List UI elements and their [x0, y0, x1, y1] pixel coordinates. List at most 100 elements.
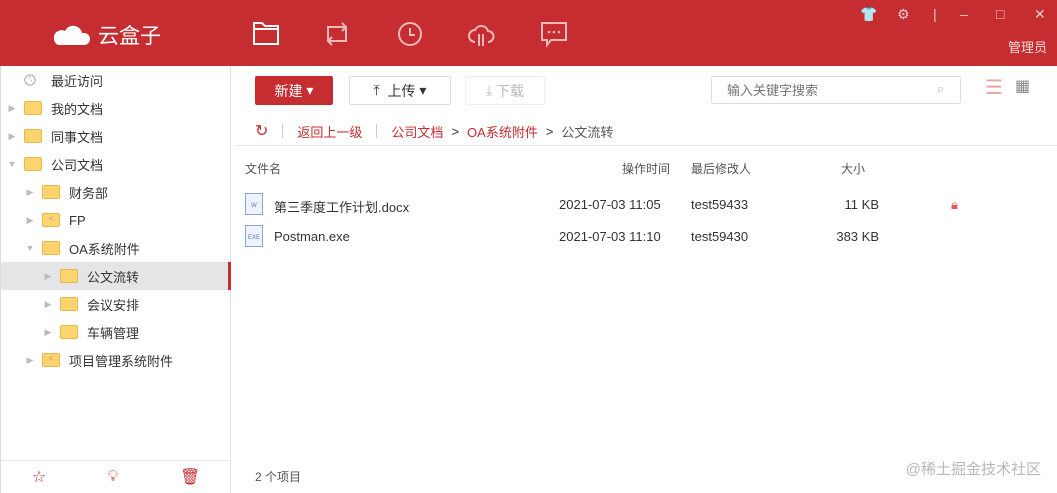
title-bar: 云盒子 👕 ⚙ | – □ ✕ 管理员 — [0, 0, 1057, 66]
folder-icon — [60, 297, 78, 311]
skin-icon[interactable]: 👕 — [860, 6, 877, 23]
chevron-right-icon[interactable]: ▶ — [25, 215, 35, 226]
chevron-down-icon[interactable]: ▼ — [7, 159, 17, 169]
chevron-right-icon[interactable]: ▶ — [43, 299, 53, 310]
file-size: 11 KB — [844, 197, 879, 212]
sidebar-item[interactable]: ▶ 车辆管理 — [1, 318, 231, 346]
folder-icon — [24, 129, 42, 143]
upload-button[interactable]: ⤒ 上传 ▾ — [349, 76, 451, 105]
item-count: 2 个项目 — [255, 470, 302, 484]
chevron-icon: > — [451, 123, 460, 139]
sidebar-item[interactable]: ▶ 公文流转 — [1, 262, 231, 290]
file-name[interactable]: 第三季度工作计划.docx — [274, 197, 409, 216]
close-icon[interactable]: ✕ — [1034, 6, 1046, 23]
shared-folder-icon: < — [42, 213, 60, 227]
sidebar-item-label: 财务部 — [69, 185, 109, 201]
sync-icon[interactable] — [323, 20, 351, 48]
file-user: test59433 — [691, 197, 749, 212]
sidebar-item-label: 公文流转 — [87, 269, 140, 285]
col-name[interactable]: 文件名 — [245, 160, 281, 177]
breadcrumb-current: 公文流转 — [561, 124, 614, 140]
sidebar-item-label: 最近访问 — [51, 73, 104, 89]
message-icon[interactable] — [539, 20, 569, 48]
chevron-right-icon[interactable]: ▶ — [7, 103, 17, 114]
grid-view-icon[interactable]: ▦ — [1015, 76, 1030, 96]
table-row[interactable]: EXE Postman.exe 2021-07-03 11:10 test594… — [231, 222, 1057, 252]
app-name: 云盒子 — [98, 25, 161, 48]
clock-icon: 🕓︎ — [24, 71, 36, 89]
sidebar-item-label: 我的文档 — [51, 101, 104, 117]
divider — [237, 145, 1057, 146]
sidebar-item[interactable]: ▶ 同事文档 — [1, 122, 231, 150]
divider: | — [933, 6, 937, 22]
back-link[interactable]: 返回上一级 — [297, 122, 362, 141]
watermark: @稀土掘金技术社区 — [905, 461, 1041, 478]
chevron-right-icon[interactable]: ▶ — [7, 131, 17, 142]
sidebar-item[interactable]: ▶ 会议安排 — [1, 290, 231, 318]
maximize-icon[interactable]: □ — [996, 6, 1004, 22]
app-logo: 云盒子 — [54, 20, 161, 50]
download-label: 下载 — [496, 82, 525, 99]
file-time: 2021-07-03 11:10 — [559, 229, 661, 244]
folder-icon — [24, 157, 42, 171]
sidebar: ☆ 💡︎ 🗑︎ 🕓︎ 最近访问 ▶ 我的文档 ▶ 同事文档 ▼ 公司文档 ▶ 财务部 ▶ < FP ▼ OA… — [0, 66, 231, 493]
folder-icon — [60, 325, 78, 339]
chevron-right-icon[interactable]: ▶ — [43, 271, 53, 282]
upload-icon: ⤒ — [373, 82, 380, 98]
download-icon: ⤓ — [485, 82, 493, 98]
sidebar-item-label: 项目管理系统附件 — [69, 353, 174, 369]
sidebar-item-label: 会议安排 — [87, 297, 140, 313]
trash-icon[interactable]: 🗑︎ — [180, 467, 200, 487]
folder-icon[interactable] — [252, 20, 280, 46]
main-panel: 新建 ▾ ⤒ 上传 ▾ ⤓ 下载 ⌕ ☰ ▦ ↻ 返回上一级 公司文档 > OA… — [231, 66, 1057, 493]
chevron-icon: > — [545, 123, 554, 139]
sidebar-item-label: 同事文档 — [51, 129, 104, 145]
refresh-icon[interactable]: ↻ — [255, 121, 268, 141]
file-user: test59430 — [691, 229, 749, 244]
chevron-right-icon[interactable]: ▶ — [25, 355, 35, 366]
folder-icon — [60, 269, 78, 283]
breadcrumb-item[interactable]: OA系统附件 — [467, 122, 538, 141]
sidebar-item[interactable]: 🕓︎ 最近访问 — [1, 66, 231, 94]
sidebar-item[interactable]: ▶ 财务部 — [1, 178, 231, 206]
cloud-logo-icon — [54, 25, 90, 45]
new-button[interactable]: 新建 ▾ — [255, 76, 333, 105]
col-time[interactable]: 操作时间 — [622, 160, 670, 177]
sidebar-item[interactable]: ▶ 我的文档 — [1, 94, 231, 122]
settings-icon[interactable]: ⚙ — [897, 6, 910, 23]
search-icon[interactable]: ⌕ — [937, 81, 944, 97]
col-size[interactable]: 大小 — [841, 160, 865, 177]
sidebar-item[interactable]: ▶ < 项目管理系统附件 — [1, 346, 231, 374]
breadcrumb: ↻ 返回上一级 公司文档 > OA系统附件 > 公文流转 — [255, 121, 613, 141]
lock-icon[interactable]: 🔒︎ — [951, 197, 958, 213]
new-label: 新建 — [274, 82, 303, 99]
search-input[interactable] — [711, 76, 961, 104]
sidebar-item[interactable]: ▶ < FP — [1, 206, 231, 234]
exe-file-icon: EXE — [245, 225, 263, 247]
star-icon[interactable]: ☆ — [32, 467, 46, 487]
file-name[interactable]: Postman.exe — [274, 229, 350, 244]
sidebar-item-label: 车辆管理 — [87, 325, 140, 341]
minimize-icon[interactable]: – — [960, 6, 968, 22]
folder-icon — [42, 185, 60, 199]
table-row[interactable]: W 第三季度工作计划.docx 2021-07-03 11:05 test594… — [231, 190, 1057, 220]
list-view-icon[interactable]: ☰ — [985, 75, 1003, 100]
sidebar-item[interactable]: ▼ OA系统附件 — [1, 234, 231, 262]
breadcrumb-item[interactable]: 公司文档 — [391, 122, 443, 141]
cloud-transfer-icon[interactable] — [466, 20, 496, 48]
shared-folder-icon: < — [42, 353, 60, 367]
sidebar-toolbar: ☆ 💡︎ 🗑︎ — [1, 460, 231, 493]
download-button[interactable]: ⤓ 下载 — [465, 76, 545, 105]
chevron-down-icon[interactable]: ▼ — [25, 243, 35, 253]
upload-label: 上传 — [387, 82, 416, 99]
lightbulb-icon[interactable]: 💡︎ — [107, 468, 118, 486]
sidebar-item-label: OA系统附件 — [69, 241, 140, 257]
sidebar-item-label: 公司文档 — [51, 157, 104, 173]
col-user[interactable]: 最后修改人 — [691, 160, 751, 177]
clock-icon[interactable] — [396, 20, 424, 48]
sidebar-item-label: FP — [69, 212, 86, 228]
user-name[interactable]: 管理员 — [1008, 37, 1047, 56]
chevron-right-icon[interactable]: ▶ — [25, 187, 35, 198]
sidebar-item[interactable]: ▼ 公司文档 — [1, 150, 231, 178]
chevron-right-icon[interactable]: ▶ — [43, 327, 53, 338]
